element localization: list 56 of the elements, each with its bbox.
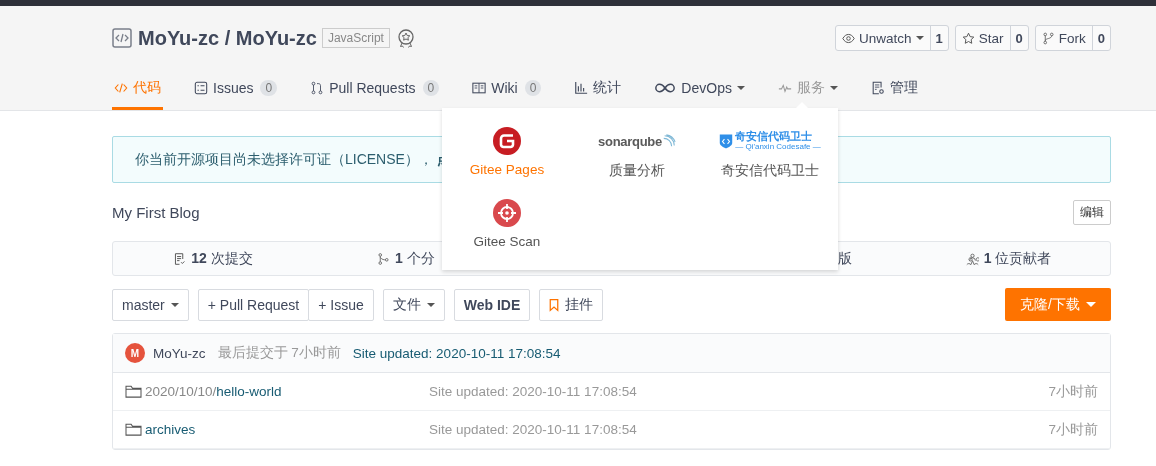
caret-icon [1086,302,1096,307]
caret-icon [170,302,179,307]
action-count[interactable]: 1 [929,26,948,50]
checklist-icon [194,80,208,95]
commit-time: 7小时前 [1048,382,1098,401]
issue-button[interactable]: + Issue [308,288,374,321]
tab[interactable]: Pull Requests 0 [308,68,442,110]
bar-chart-icon [574,80,589,95]
tab[interactable]: 管理 [868,68,920,110]
widget-button[interactable]: 挂件 [539,288,604,321]
fork-button[interactable]: Fork [1035,26,1092,50]
releases-count[interactable]: 版 [838,249,852,268]
target-icon [492,198,522,228]
eye-icon [842,31,855,45]
branch-icon [377,251,390,266]
award-icon[interactable] [395,28,416,48]
branches-count[interactable]: 1 个分 [395,249,435,268]
contributors-count[interactable]: 1 位贡献者 [983,249,1052,268]
avatar[interactable]: M [125,343,145,363]
fork-icon [1041,31,1055,45]
repo-title[interactable]: MoYu-zc / MoYu-zc [138,26,317,50]
commit-author[interactable]: MoYu-zc [153,345,206,361]
document-gear-icon [870,80,885,95]
tab[interactable]: Issues 0 [192,68,280,110]
folder-link[interactable]: 2020/10/10/hello-world [145,384,282,399]
folder-icon [125,384,142,399]
tab[interactable]: Wiki 0 [470,68,544,110]
bookmark-icon [549,297,560,312]
action-count[interactable]: 0 [1091,26,1110,50]
commit-message[interactable]: Site updated: 2020-10-11 17:08:54 [352,345,561,361]
sonarqube-logo: sonarqube [598,133,676,149]
edit-button[interactable]: 编辑 [1073,199,1111,225]
commits-count[interactable]: 12 次提交 [191,249,253,268]
pull-request-icon [310,80,325,95]
commit-time: 7小时前 [1048,420,1098,439]
shield-icon [719,132,734,150]
service-item[interactable]: Gitee Scan [442,194,572,266]
watch-button[interactable]: Unwatch [836,26,930,50]
tab[interactable]: DevOps [652,68,747,110]
folder-link[interactable]: archives [145,422,196,437]
document-icon [173,251,187,266]
web-ide-button[interactable]: Web IDE [453,288,531,321]
files-button[interactable]: 文件 [382,288,445,321]
branch-select[interactable]: master [112,288,189,321]
repo-icon [112,28,132,48]
star-button[interactable]: Star [955,26,1010,50]
gitee-logo-icon [492,126,522,156]
folder-icon [125,422,142,437]
caret-icon [426,302,435,307]
repo-description: My First Blog [112,203,200,221]
commit-time: 最后提交于 7小时前 [217,344,341,362]
tab[interactable]: 统计 [572,68,624,110]
star-icon [961,31,975,45]
action-count[interactable]: 0 [1009,26,1028,50]
pull-request-button[interactable]: + Pull Request [197,288,310,321]
book-icon [472,80,487,95]
